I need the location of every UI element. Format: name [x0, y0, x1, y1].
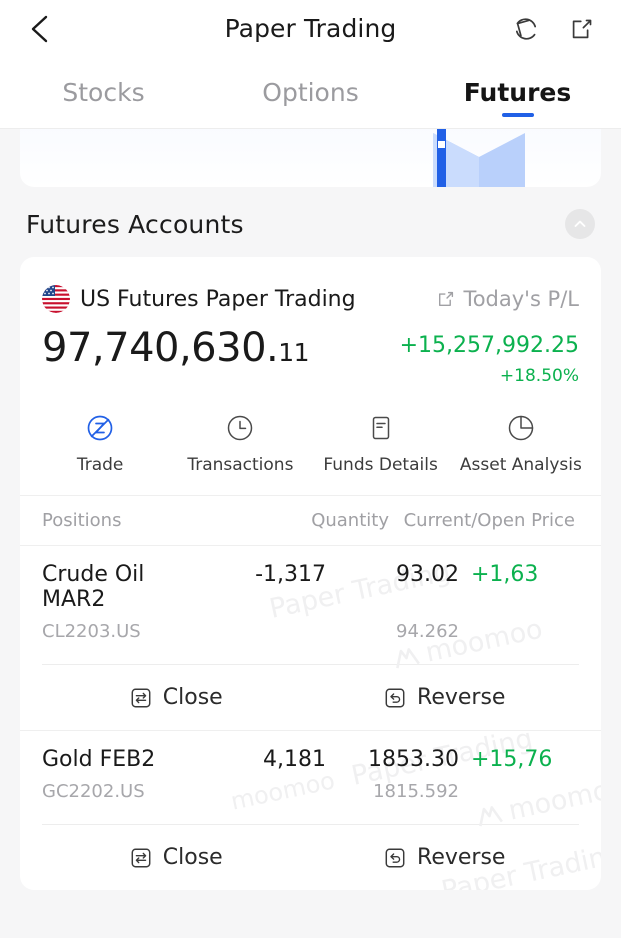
- positions-table-header: Positions Quantity Current/Open Price: [20, 495, 601, 545]
- column-header-price: Current/Open Price: [403, 510, 575, 532]
- clock-icon: [225, 412, 255, 444]
- position-name: Gold FEB2: [42, 747, 156, 773]
- account-name: US Futures Paper Trading: [80, 286, 356, 312]
- trade-icon: [85, 412, 115, 444]
- futures-account-card: Paper Trading moomoo Paper Trading moomo…: [20, 257, 601, 891]
- chart-illustration-icon: [433, 129, 525, 187]
- pie-chart-icon: [506, 412, 536, 444]
- close-position-icon: [131, 688, 151, 708]
- share-icon: [572, 19, 592, 38]
- refresh-button[interactable]: [509, 12, 543, 46]
- close-position-button[interactable]: Close: [42, 665, 311, 730]
- table-row[interactable]: Gold FEB2 4,181 1853.30 +15,76 GC2202.US…: [20, 730, 601, 810]
- tab-options[interactable]: Options: [207, 57, 414, 128]
- promo-banner[interactable]: [20, 129, 601, 187]
- tab-futures[interactable]: Futures: [414, 57, 621, 128]
- account-header: US Futures Paper Trading Today's P/L: [20, 257, 601, 313]
- position-actions: Close Reverse: [42, 664, 579, 730]
- close-button-label: Close: [162, 845, 223, 871]
- action-asset-analysis[interactable]: Asset Analysis: [451, 412, 591, 475]
- reverse-position-button[interactable]: Reverse: [311, 665, 580, 730]
- action-label-asset-analysis: Asset Analysis: [459, 455, 582, 476]
- tab-bar: Stocks Options Futures: [0, 57, 621, 129]
- section-title: Futures Accounts: [26, 209, 244, 239]
- close-position-button[interactable]: Close: [42, 825, 311, 890]
- close-button-label: Close: [162, 685, 223, 711]
- balance-cents: 11: [278, 338, 310, 367]
- column-header-quantity: Quantity: [311, 510, 389, 532]
- position-current-price: 1853.30: [368, 747, 459, 773]
- share-icon: [439, 291, 454, 307]
- tab-stocks[interactable]: Stocks: [0, 57, 207, 128]
- collapse-section-button[interactable]: [565, 209, 595, 239]
- position-quantity: -1,317: [255, 562, 326, 588]
- nav-actions: [509, 12, 599, 46]
- back-button[interactable]: [22, 12, 56, 46]
- position-name: Crude Oil MAR2: [42, 562, 145, 613]
- balance-main: 97,740,630.: [42, 325, 279, 371]
- account-balance-row: 97,740,630.11 +15,257,992.25 +18.50%: [20, 313, 601, 386]
- chevron-left-icon: [31, 15, 48, 42]
- chevron-up-icon: [574, 220, 586, 227]
- column-header-positions: Positions: [42, 510, 122, 532]
- action-label-trade: Trade: [76, 455, 124, 476]
- todays-pl-label: Today's P/L: [463, 287, 579, 311]
- reverse-button-label: Reverse: [417, 845, 506, 871]
- position-open-price: 94.262: [396, 621, 459, 643]
- position-quantity: 4,181: [263, 747, 326, 773]
- reverse-position-icon: [385, 688, 405, 708]
- reverse-position-icon: [385, 848, 405, 868]
- position-actions: Close Reverse: [42, 824, 579, 890]
- todays-pl-button[interactable]: Today's P/L: [437, 287, 579, 311]
- account-pl-amount: +15,257,992.25: [399, 333, 579, 358]
- paper-trading-screen: Paper Trading Stocks Options Futures Fut…: [0, 0, 621, 938]
- action-label-transactions: Transactions: [187, 455, 294, 476]
- quick-actions: Trade Transactions Funds Details Asset A…: [20, 386, 601, 495]
- table-row[interactable]: Crude Oil MAR2 -1,317 93.02 +1,63 CL2203…: [20, 545, 601, 650]
- document-icon: [366, 412, 396, 444]
- position-current-price: 93.02: [396, 562, 459, 588]
- account-pl-percent: +18.50%: [499, 366, 579, 387]
- refresh-icon: [515, 17, 537, 40]
- position-code: GC2202.US: [42, 781, 145, 803]
- action-label-funds-details: Funds Details: [323, 455, 438, 476]
- action-trade[interactable]: Trade: [30, 412, 170, 475]
- position-code: CL2203.US: [42, 621, 141, 643]
- reverse-button-label: Reverse: [417, 685, 506, 711]
- reverse-position-button[interactable]: Reverse: [311, 825, 580, 890]
- navigation-bar: Paper Trading: [0, 0, 621, 57]
- position-pl: +15,76: [471, 747, 553, 773]
- share-button[interactable]: [565, 12, 599, 46]
- close-position-icon: [131, 848, 151, 868]
- action-transactions[interactable]: Transactions: [170, 412, 310, 475]
- action-funds-details[interactable]: Funds Details: [311, 412, 451, 475]
- us-flag-icon: [42, 285, 70, 313]
- account-balance: 97,740,630.11: [42, 325, 310, 371]
- account-pl-block: +15,257,992.25 +18.50%: [400, 325, 579, 386]
- promo-banner-container: [0, 129, 621, 187]
- position-pl: +1,63: [471, 562, 539, 588]
- position-open-price: 1815.592: [373, 781, 459, 803]
- futures-accounts-header: Futures Accounts: [0, 187, 621, 257]
